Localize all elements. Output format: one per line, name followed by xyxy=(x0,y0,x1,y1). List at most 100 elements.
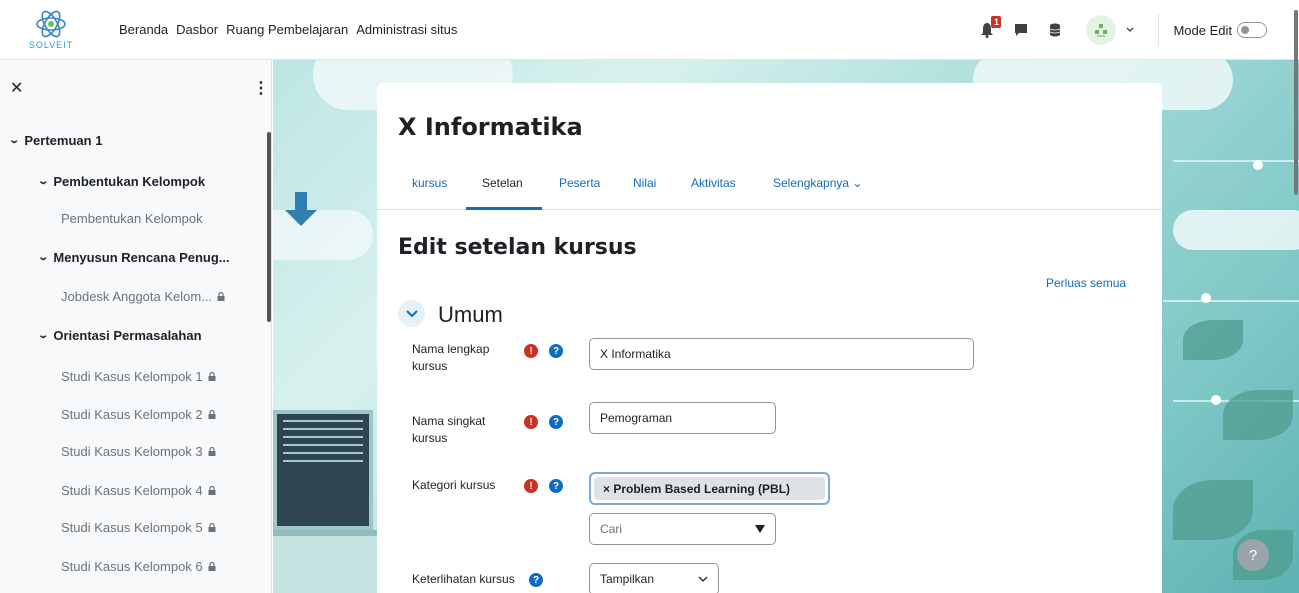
tab-peserta[interactable]: Peserta xyxy=(559,176,600,190)
close-drawer-icon[interactable]: ✕ xyxy=(10,78,23,98)
drawer-item-label: Studi Kasus Kelompok 4 xyxy=(61,483,203,498)
active-tab-indicator xyxy=(466,207,542,210)
bg-code-line xyxy=(283,460,363,462)
notification-badge: 1 xyxy=(991,16,1002,28)
page-scrollbar-thumb[interactable] xyxy=(1294,10,1298,195)
help-icon[interactable]: ? xyxy=(549,344,563,358)
tab-nilai[interactable]: Nilai xyxy=(633,176,656,190)
bg-code-line xyxy=(283,444,363,446)
drawer-activity[interactable]: Studi Kasus Kelompok 3 xyxy=(61,444,216,459)
drawer-scrollbar[interactable] xyxy=(267,132,271,322)
drawer-item-label: Pembentukan Kelompok xyxy=(53,174,206,189)
lock-icon xyxy=(217,292,225,301)
logo-text: SOLVEIT xyxy=(28,40,74,50)
drawer-item-label: Studi Kasus Kelompok 3 xyxy=(61,444,203,459)
bg-leaf xyxy=(1223,390,1293,440)
drawer-activity[interactable]: Studi Kasus Kelompok 6 xyxy=(61,559,216,574)
help-icon[interactable]: ? xyxy=(549,479,563,493)
atom-logo-icon xyxy=(36,10,66,38)
user-menu[interactable] xyxy=(1086,15,1136,45)
site-logo[interactable]: SOLVEIT xyxy=(16,4,86,56)
section-title-umum: Umum xyxy=(438,302,503,327)
drawer-activity[interactable]: Studi Kasus Kelompok 5 xyxy=(61,520,216,535)
lock-icon xyxy=(208,562,216,571)
kebab-menu-icon[interactable]: ⋮ xyxy=(253,78,269,98)
edit-mode-toggle[interactable] xyxy=(1237,22,1267,38)
expand-all-link[interactable]: Perluas semua xyxy=(1046,276,1126,290)
notification-button[interactable]: 1 xyxy=(976,16,1002,41)
edit-mode-label: Mode Edit xyxy=(1173,22,1232,38)
nav-link-beranda[interactable]: Beranda xyxy=(119,22,168,37)
drawer-activity[interactable]: Jobdesk Anggota Kelom... xyxy=(61,289,225,304)
chevron-down-icon[interactable]: ⌄ xyxy=(8,135,20,146)
bg-line xyxy=(1163,300,1299,302)
drawer-activity[interactable]: Studi Kasus Kelompok 1 xyxy=(61,369,216,384)
nav-link-dasbor[interactable]: Dasbor xyxy=(176,22,218,37)
fullname-label: Nama lengkap kursus xyxy=(412,342,490,373)
chevron-down-icon[interactable]: ⌄ xyxy=(37,252,49,263)
required-icon: ! xyxy=(524,479,538,493)
drawer-item-label: Pembentukan Kelompok xyxy=(61,211,203,226)
navbar-divider xyxy=(1158,14,1160,46)
dropdown-triangle-icon xyxy=(755,525,765,533)
help-button[interactable]: ? xyxy=(1237,539,1269,571)
drawer-activity[interactable]: Pembentukan Kelompok xyxy=(61,211,203,226)
database-icon xyxy=(1050,23,1061,37)
storage-button[interactable] xyxy=(1044,19,1066,41)
visibility-label: Keterlihatan kursus xyxy=(412,572,515,586)
tab-selengkapnya[interactable]: Selengkapnya ⌄ xyxy=(773,176,862,190)
drawer-subsection[interactable]: ⌄ Menyusun Rencana Penug... xyxy=(37,250,229,265)
visibility-select[interactable]: Tampilkan xyxy=(589,563,719,593)
avatar xyxy=(1086,15,1117,45)
drawer-subsection[interactable]: ⌄ Pembentukan Kelompok xyxy=(37,174,206,189)
navbar-right: 1 Mode Edit xyxy=(976,0,1299,60)
nav-link-ruang-pembelajaran[interactable]: Ruang Pembelajaran xyxy=(226,22,348,37)
tab-aktivitas[interactable]: Aktivitas xyxy=(691,176,736,190)
required-icon: ! xyxy=(524,344,538,358)
category-label: Kategori kursus xyxy=(412,478,496,492)
category-chip-label[interactable]: × Problem Based Learning (PBL) xyxy=(594,477,825,500)
category-selected-chip[interactable]: × Problem Based Learning (PBL) xyxy=(589,472,830,505)
bg-code-line xyxy=(283,436,363,438)
bg-code-line xyxy=(283,428,363,430)
drawer-item-label: Jobdesk Anggota Kelom... xyxy=(61,289,213,304)
visibility-value: Tampilkan xyxy=(600,572,655,586)
lock-icon xyxy=(208,447,216,456)
drawer-item-label: Studi Kasus Kelompok 5 xyxy=(61,520,203,535)
bg-dot xyxy=(1211,395,1221,405)
bg-dot xyxy=(1253,160,1263,170)
edit-mode-switch[interactable]: Mode Edit xyxy=(1173,22,1267,38)
help-icon[interactable]: ? xyxy=(549,415,563,429)
drawer-item-label: Studi Kasus Kelompok 1 xyxy=(61,369,203,384)
page-title: Edit setelan kursus xyxy=(398,235,637,260)
drawer-activity[interactable]: Studi Kasus Kelompok 4 xyxy=(61,483,216,498)
bg-cloud xyxy=(1173,210,1299,250)
messages-button[interactable] xyxy=(1010,19,1032,41)
fullname-input[interactable] xyxy=(589,338,974,370)
help-icon[interactable]: ? xyxy=(529,573,543,587)
lock-icon xyxy=(208,372,216,381)
tab-setelan[interactable]: Setelan xyxy=(482,176,523,190)
course-title: X Informatika xyxy=(398,113,583,141)
chat-icon xyxy=(1015,24,1028,36)
bg-code-line xyxy=(283,452,363,454)
drawer-item-label: Studi Kasus Kelompok 2 xyxy=(61,407,203,422)
chevron-down-icon[interactable]: ⌄ xyxy=(37,330,49,341)
drawer-section[interactable]: ⌄ Pertemuan 1 xyxy=(8,133,102,148)
bg-line xyxy=(1173,160,1299,162)
drawer-subsection[interactable]: ⌄ Orientasi Permasalahan xyxy=(37,328,201,343)
page-scrollbar[interactable] xyxy=(1291,0,1299,200)
section-collapse-button[interactable] xyxy=(398,300,425,327)
primary-nav: Beranda Dasbor Ruang Pembelajaran Admini… xyxy=(119,22,465,37)
drawer-activity[interactable]: Studi Kasus Kelompok 2 xyxy=(61,407,216,422)
nav-link-administrasi-situs[interactable]: Administrasi situs xyxy=(356,22,457,37)
bg-code-line xyxy=(283,420,363,422)
bg-monitor xyxy=(273,410,373,530)
bg-leaf xyxy=(1173,480,1253,540)
tab-kursus[interactable]: kursus xyxy=(412,176,447,190)
shortname-label: Nama singkat kursus xyxy=(412,414,486,445)
shortname-input[interactable] xyxy=(589,402,776,434)
chevron-down-icon[interactable]: ⌄ xyxy=(37,176,49,187)
course-settings-card: X Informatika kursus Setelan Peserta Nil… xyxy=(377,83,1162,593)
category-search-select[interactable]: Cari xyxy=(589,513,776,545)
